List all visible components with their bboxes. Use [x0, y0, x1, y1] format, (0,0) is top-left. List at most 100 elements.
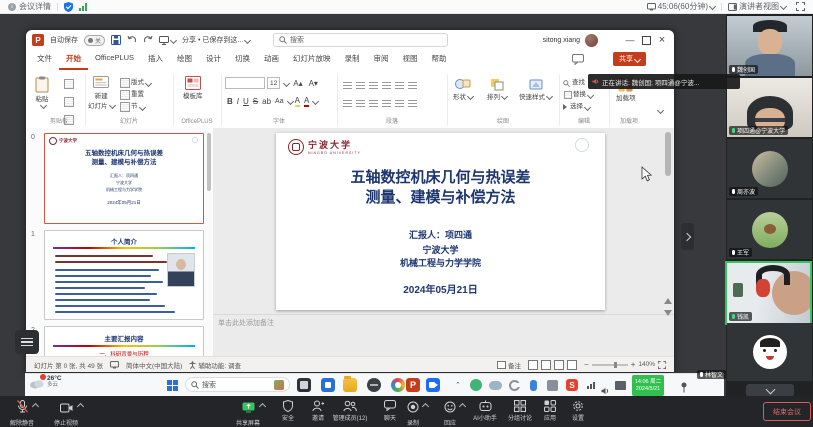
- start-button[interactable]: [167, 380, 178, 391]
- arrange-button[interactable]: 排列: [487, 78, 507, 101]
- tab-review[interactable]: 审阅: [367, 50, 396, 68]
- accessibility-status[interactable]: 辅助功能: 调查: [189, 360, 241, 370]
- sync-tray-icon[interactable]: [509, 380, 520, 391]
- meeting-details-button[interactable]: i 会议详情: [8, 1, 51, 12]
- network-tray-icon[interactable]: [587, 382, 595, 389]
- signal-icon[interactable]: [79, 3, 88, 11]
- select-button[interactable]: 选择: [563, 101, 593, 113]
- participant-tile-speaking[interactable]: 钱凯: [725, 261, 812, 325]
- font-name-box[interactable]: [225, 77, 265, 89]
- participant-tile[interactable]: 周亦波: [727, 139, 812, 198]
- account-name[interactable]: sitong xiang: [543, 37, 580, 44]
- reset-button[interactable]: 重置: [119, 89, 151, 101]
- lang-tray-icon[interactable]: [547, 380, 558, 391]
- slide-sorter-button[interactable]: [541, 360, 551, 370]
- ai-assistant-button[interactable]: AI小助手: [467, 398, 503, 424]
- end-meeting-button[interactable]: 结束会议: [763, 402, 811, 421]
- language-indicator[interactable]: 简体中文(中国大陆): [126, 360, 182, 370]
- fit-slide-icon[interactable]: [658, 361, 666, 369]
- meeting-app-icon[interactable]: [426, 378, 440, 392]
- shield-icon[interactable]: [64, 2, 73, 12]
- stop-video-button[interactable]: 停止视频: [46, 398, 86, 424]
- next-slide-button[interactable]: [664, 310, 672, 316]
- italic-button[interactable]: I: [237, 97, 239, 106]
- notes-button[interactable]: 备注: [497, 360, 521, 370]
- redo-icon[interactable]: [143, 35, 153, 45]
- mic-tray-icon[interactable]: [530, 380, 537, 391]
- tab-slideshow[interactable]: 幻灯片放映: [286, 50, 338, 68]
- tab-help[interactable]: 帮助: [425, 50, 454, 68]
- tab-draw[interactable]: 绘图: [170, 50, 199, 68]
- zoom-in-button[interactable]: +: [631, 360, 636, 369]
- thumbnail-scrollbar[interactable]: [207, 133, 211, 191]
- underline-button[interactable]: U: [243, 97, 249, 106]
- notes-divider[interactable]: [213, 314, 674, 315]
- wechat-tray-icon[interactable]: [470, 379, 482, 391]
- tab-transitions[interactable]: 切换: [228, 50, 257, 68]
- slide-thumbnail-0[interactable]: 宁波大学 五轴数控机床几何与热误差 测量、建模与补偿方法 汇报人：项四通 宁波大…: [44, 133, 204, 224]
- zoom-slider[interactable]: [592, 364, 628, 366]
- search-box[interactable]: 搜索: [273, 33, 448, 47]
- taskbar-search[interactable]: 搜索: [185, 377, 290, 392]
- store-icon[interactable]: [321, 378, 335, 392]
- avatar[interactable]: [585, 34, 598, 47]
- section-button[interactable]: 节: [119, 101, 151, 113]
- view-mode-button[interactable]: 演讲者视图: [728, 1, 786, 12]
- share-screen-button[interactable]: 共享屏幕: [228, 398, 268, 424]
- chevron-up-icon[interactable]: [31, 403, 38, 410]
- replace-button[interactable]: 替换: [563, 89, 593, 101]
- tab-insert[interactable]: 插入: [141, 50, 170, 68]
- menu-toggle-button[interactable]: [15, 330, 39, 354]
- tab-record[interactable]: 录制: [338, 50, 367, 68]
- record-button[interactable]: 录制: [399, 398, 427, 424]
- strikethrough-button[interactable]: S: [253, 97, 258, 106]
- char-spacing-button[interactable]: ab: [262, 97, 271, 106]
- font-color-button[interactable]: A: [304, 96, 309, 107]
- grow-font-button[interactable]: A▴: [293, 79, 302, 88]
- present-icon[interactable]: [159, 36, 176, 45]
- sogou-tray-icon[interactable]: S: [566, 379, 578, 391]
- comment-icon[interactable]: [572, 54, 584, 65]
- slide-editor[interactable]: 宁波大学 NINGBO UNIVERSITY 五轴数控机床几何与热误差 测量、建…: [276, 133, 605, 310]
- apps-button[interactable]: 应用: [538, 398, 562, 424]
- bold-button[interactable]: B: [227, 97, 233, 106]
- zoom-out-button[interactable]: −: [584, 360, 589, 369]
- meeting-timer[interactable]: 45:06(60分钟): [647, 1, 715, 12]
- shrink-font-button[interactable]: A▾: [309, 79, 318, 88]
- tab-animations[interactable]: 动画: [257, 50, 286, 68]
- undo-icon[interactable]: [127, 35, 137, 45]
- share-status[interactable]: 分享 • 已保存到这...: [182, 35, 250, 45]
- chevron-up-icon[interactable]: [258, 403, 265, 410]
- template-library-button[interactable]: 模板库: [183, 76, 203, 100]
- save-icon[interactable]: [111, 35, 121, 45]
- slide-thumbnail-panel[interactable]: 0 1 2 宁波大学 五轴数控机床几何与热误差 测量、建模与补偿方法 汇报人：项…: [26, 128, 214, 356]
- collapse-ribbon-chevron[interactable]: [657, 107, 664, 114]
- manage-members-button[interactable]: 管理成员(12): [324, 398, 376, 424]
- close-button[interactable]: ×: [654, 33, 670, 47]
- participant-tile[interactable]: 林智文: [727, 323, 812, 381]
- slide-thumbnail-2[interactable]: 主要汇报内容 一、科研背景与历程: [44, 326, 204, 356]
- notes-placeholder[interactable]: 单击此处添加备注: [218, 318, 274, 328]
- chevron-up-icon[interactable]: [422, 403, 429, 410]
- participant-tile[interactable]: 魏创国: [727, 16, 812, 76]
- weather-widget[interactable]: 26°C 多云: [29, 375, 62, 388]
- browser-icon[interactable]: [391, 378, 405, 392]
- breakout-rooms-button[interactable]: 分组讨论: [502, 398, 538, 424]
- restore-button[interactable]: [638, 33, 654, 47]
- taskbar-clock[interactable]: 14:06 周二 2024/5/21: [632, 375, 664, 396]
- sidebar-expand-button[interactable]: [681, 223, 694, 250]
- tab-home[interactable]: 开始: [59, 50, 88, 70]
- file-explorer-icon[interactable]: [343, 378, 357, 392]
- reactions-button[interactable]: 回应: [436, 398, 464, 424]
- display-settings-icon[interactable]: [110, 361, 119, 369]
- normal-view-button[interactable]: [528, 360, 538, 370]
- slide-thumbnail-1[interactable]: 个人简介: [44, 230, 204, 320]
- slideshow-button[interactable]: [567, 360, 577, 370]
- zoom-control[interactable]: − + 140%: [584, 360, 666, 369]
- canvas-scrollbar[interactable]: [665, 132, 671, 176]
- shapes-button[interactable]: 形状: [453, 78, 473, 101]
- participant-tile[interactable]: 王军: [727, 200, 812, 259]
- tab-view[interactable]: 视图: [396, 50, 425, 68]
- security-button[interactable]: 安全: [276, 398, 300, 424]
- autosave-toggle[interactable]: 关: [84, 35, 105, 46]
